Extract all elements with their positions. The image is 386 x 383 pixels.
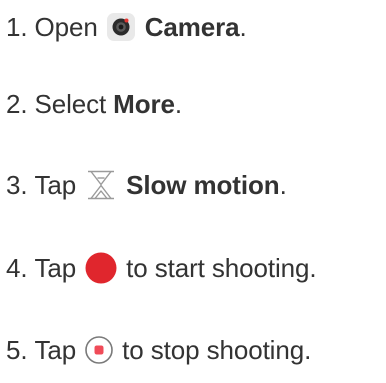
step-text: Select — [34, 88, 107, 119]
step-4: 4. Tap to start shooting. — [6, 248, 317, 288]
step-bold-text: Slow motion — [126, 169, 280, 200]
hourglass-icon — [85, 169, 117, 201]
step-number: 1. — [6, 11, 28, 42]
step-text: Open — [34, 11, 98, 42]
step-5: 5. Tap to stop shooting. — [6, 330, 311, 370]
step-bold-text: More — [113, 88, 175, 119]
stop-button-icon — [85, 336, 113, 364]
step-1: 1. Open Camera . — [6, 7, 247, 47]
camera-app-icon — [106, 12, 136, 42]
step-number: 5. — [6, 334, 28, 365]
step-number: 3. — [6, 169, 28, 200]
step-3: 3. Tap Slow motion . — [6, 165, 287, 205]
step-suffix: to start shooting. — [126, 252, 317, 283]
step-text: Tap — [34, 252, 77, 283]
step-number: 4. — [6, 252, 28, 283]
record-button-icon — [85, 252, 117, 284]
step-suffix: . — [239, 11, 247, 42]
instruction-steps: 1. Open Camera . 2. Select More . 3. Tap — [0, 0, 386, 383]
step-suffix: to stop shooting. — [122, 334, 312, 365]
step-suffix: . — [279, 169, 287, 200]
step-text: Tap — [34, 334, 77, 365]
step-bold-text: Camera — [144, 11, 240, 42]
step-2: 2. Select More . — [6, 84, 182, 124]
step-number: 2. — [6, 88, 28, 119]
step-text: Tap — [34, 169, 77, 200]
step-suffix: . — [174, 88, 182, 119]
